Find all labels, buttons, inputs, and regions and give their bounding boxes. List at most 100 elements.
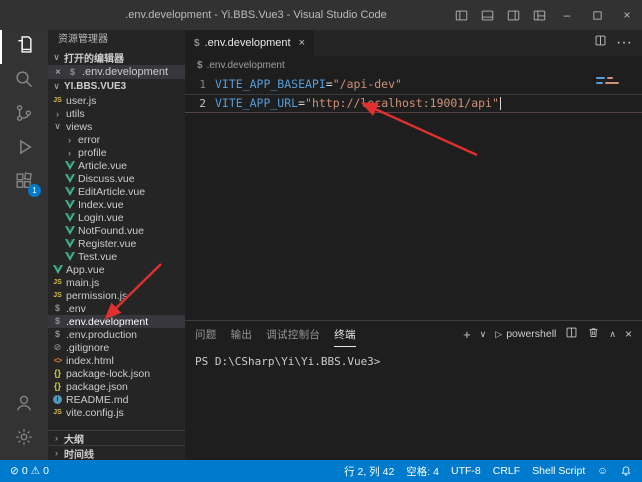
window-title: .env.development - Yi.BBS.Vue3 - Visual … [0, 9, 512, 21]
toggle-sidebar-icon[interactable] [448, 0, 474, 30]
tree-item[interactable]: Login.vue [48, 211, 185, 224]
chevron-down-icon: ∨ [51, 52, 62, 63]
panel-tab[interactable]: 终端 [334, 321, 356, 347]
line-number: 1 [185, 75, 215, 94]
readme-icon: i [53, 395, 62, 404]
line-number: 2 [185, 94, 215, 113]
tree-item-label: .gitignore [66, 342, 109, 354]
open-editors-header[interactable]: ∨ 打开的编辑器 [48, 50, 185, 65]
vue-icon [64, 226, 75, 235]
terminal-picker-dropdown[interactable]: ∨ [480, 329, 487, 340]
tree-item[interactable]: $.env.development [48, 315, 185, 328]
file-tree: JSuser.js›utils∨views›error›profileArtic… [48, 94, 185, 419]
tree-item[interactable]: App.vue [48, 263, 185, 276]
tree-item-label: index.html [66, 355, 114, 367]
tree-item-label: main.js [66, 277, 99, 289]
tree-item[interactable]: {}package.json [48, 380, 185, 393]
tree-item[interactable]: ⊘.gitignore [48, 341, 185, 354]
tree-item[interactable]: ›utils [48, 107, 185, 120]
tree-item-label: views [66, 121, 92, 133]
panel-tab[interactable]: 调试控制台 [266, 321, 320, 347]
tree-item[interactable]: EditArticle.vue [48, 185, 185, 198]
shell-icon: $ [52, 316, 63, 327]
close-icon[interactable]: × [53, 67, 63, 78]
account-button[interactable] [0, 388, 48, 422]
toggle-panel-icon[interactable] [474, 0, 500, 30]
maximize-button[interactable] [582, 0, 612, 30]
terminal-instance-powershell[interactable]: ▷ powershell [495, 328, 556, 340]
activity-run-debug[interactable] [0, 132, 48, 166]
editor-tab-label: .env.development [205, 37, 291, 49]
tree-item[interactable]: Register.vue [48, 237, 185, 250]
maximize-panel-button[interactable]: ∧ [609, 329, 616, 340]
tree-item[interactable]: ›profile [48, 146, 185, 159]
status-bar: ⊘ 0 ⚠ 0 行 2, 列 42 空格: 4 UTF-8 CRLF Shell… [0, 460, 642, 482]
tree-item[interactable]: Index.vue [48, 198, 185, 211]
editor-tab[interactable]: $ .env.development × [185, 30, 314, 56]
settings-button[interactable] [0, 422, 48, 456]
close-panel-button[interactable]: × [625, 327, 632, 341]
code-editor[interactable]: 1VITE_APP_BASEAPI="/api-dev"2VITE_APP_UR… [185, 74, 642, 320]
status-cursor-position[interactable]: 行 2, 列 42 [344, 464, 394, 479]
panel-tab[interactable]: 问题 [195, 321, 217, 347]
tree-item[interactable]: JSmain.js [48, 276, 185, 289]
customize-layout-icon[interactable] [526, 0, 552, 30]
new-terminal-button[interactable]: + [463, 327, 471, 342]
panel-tabs: 问题输出调试控制台终端 [195, 321, 356, 347]
terminal[interactable]: PS D:\CSharp\Yi\Yi.BBS.Vue3> [185, 347, 642, 460]
close-button[interactable]: × [612, 0, 642, 30]
minimap[interactable] [596, 77, 630, 87]
vue-icon [64, 200, 75, 209]
split-editor-icon[interactable] [594, 34, 607, 52]
status-indentation[interactable]: 空格: 4 [406, 464, 439, 479]
tree-item[interactable]: {}package-lock.json [48, 367, 185, 380]
chevron-right-icon: › [51, 433, 62, 443]
status-language[interactable]: Shell Script [532, 465, 585, 477]
activity-search[interactable] [0, 64, 48, 98]
breadcrumb[interactable]: $ .env.development [185, 56, 642, 74]
tree-item[interactable]: JSvite.config.js [48, 406, 185, 419]
open-editor-item[interactable]: × $ .env.development [48, 65, 185, 79]
split-terminal-button[interactable] [565, 326, 578, 342]
tree-item[interactable]: Discuss.vue [48, 172, 185, 185]
code-line[interactable]: 2VITE_APP_URL="http://localhost:19001/ap… [185, 94, 642, 113]
tree-item[interactable]: iREADME.md [48, 393, 185, 406]
tree-item[interactable]: JSuser.js [48, 94, 185, 107]
errors-icon: ⊘ [10, 465, 19, 477]
timeline-section-header[interactable]: › 时间线 [48, 445, 185, 460]
tree-item[interactable]: ∨views [48, 120, 185, 133]
warnings-icon: ⚠ [31, 465, 40, 477]
status-eol[interactable]: CRLF [493, 465, 520, 477]
activity-explorer[interactable] [0, 30, 48, 64]
tree-item[interactable]: Article.vue [48, 159, 185, 172]
activity-extensions[interactable]: 1 [0, 166, 48, 200]
tree-item-label: .env.production [66, 329, 137, 341]
kill-terminal-button[interactable] [587, 326, 600, 342]
tree-item[interactable]: NotFound.vue [48, 224, 185, 237]
project-section-header[interactable]: ∨ YI.BBS.VUE3 [48, 79, 185, 94]
vue-icon [64, 161, 75, 170]
status-problems[interactable]: ⊘ 0 ⚠ 0 [10, 465, 49, 477]
tree-item[interactable]: $.env [48, 302, 185, 315]
status-encoding[interactable]: UTF-8 [451, 465, 481, 477]
toggle-secondary-sidebar-icon[interactable] [500, 0, 526, 30]
close-icon[interactable]: × [299, 37, 305, 49]
tree-item[interactable]: $.env.production [48, 328, 185, 341]
activity-source-control[interactable] [0, 98, 48, 132]
status-feedback[interactable]: ☺ [597, 465, 608, 477]
tree-item-label: Discuss.vue [78, 173, 135, 185]
tree-item[interactable]: ›error [48, 133, 185, 146]
code-line[interactable]: 1VITE_APP_BASEAPI="/api-dev" [185, 75, 642, 94]
notifications-bell-icon[interactable] [620, 465, 632, 477]
minimize-button[interactable]: – [552, 0, 582, 30]
panel-tab[interactable]: 输出 [231, 321, 253, 347]
vue-icon [64, 213, 75, 222]
tree-item[interactable]: Test.vue [48, 250, 185, 263]
js-icon: JS [52, 407, 63, 418]
tree-item[interactable]: JSpermission.js [48, 289, 185, 302]
more-actions-icon[interactable]: ··· [616, 34, 632, 52]
sidebar-bottom-sections: › 大纲 › 时间线 [48, 430, 185, 460]
outline-section-header[interactable]: › 大纲 [48, 430, 185, 445]
editor-group: $ .env.development × ··· $ .env.developm… [185, 30, 642, 460]
tree-item[interactable]: <>index.html [48, 354, 185, 367]
